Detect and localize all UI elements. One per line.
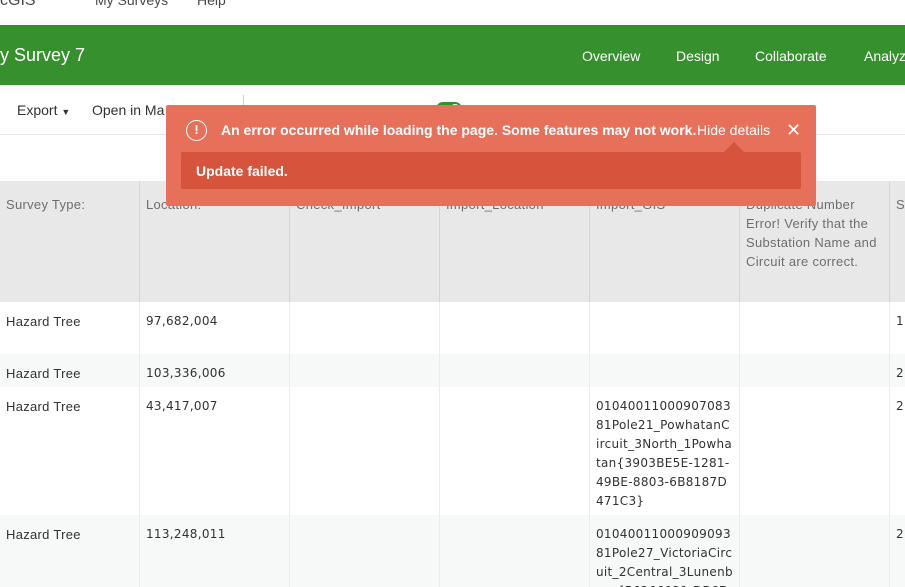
export-dropdown[interactable]: Export ▼ — [17, 102, 70, 118]
cell-check-import — [290, 515, 440, 587]
cell-s: 1 — [896, 314, 904, 328]
cell-duplicate-error — [740, 515, 890, 587]
cell-survey-type: Hazard Tree — [0, 354, 140, 387]
cell-s: 2 — [896, 399, 904, 413]
tab-analyze[interactable]: Analyz — [864, 48, 905, 64]
app-brand[interactable]: cGIS — [0, 0, 36, 10]
cell-s: 2 — [896, 366, 904, 380]
tab-collaborate[interactable]: Collaborate — [755, 48, 827, 64]
error-detail-text: Update failed. — [196, 163, 288, 179]
nav-help[interactable]: Help — [197, 0, 226, 8]
cell-survey-type: Hazard Tree — [0, 387, 140, 515]
cell-import-location — [440, 302, 590, 354]
cell-location: 103,336,006 — [140, 354, 290, 387]
error-notification: ! An error occurred while loading the pa… — [166, 105, 816, 206]
cell-check-import — [290, 354, 440, 387]
table-row[interactable]: Hazard Tree 43,417,007 01040011000907083… — [0, 387, 905, 515]
chevron-down-icon[interactable]: ▼ — [56, 0, 67, 3]
col-survey-type[interactable]: Survey Type: — [0, 181, 140, 302]
survey-header: y Survey 7 Overview Design Collaborate A… — [0, 25, 905, 85]
details-pointer — [724, 142, 744, 152]
tab-design[interactable]: Design — [676, 48, 720, 64]
nav-my-surveys[interactable]: My Surveys — [95, 0, 168, 8]
cell-import-location — [440, 515, 590, 587]
survey-title: y Survey 7 — [0, 45, 86, 65]
cell-duplicate-error — [740, 354, 890, 387]
tab-overview[interactable]: Overview — [582, 48, 640, 64]
cell-duplicate-error — [740, 387, 890, 515]
close-icon[interactable]: ✕ — [786, 121, 801, 139]
exclamation-icon: ! — [186, 120, 207, 141]
export-label: Export — [17, 102, 58, 118]
table-row[interactable]: Hazard Tree 97,682,004 1 — [0, 302, 905, 354]
cell-import-gis — [590, 302, 740, 354]
cell-s: 2 — [896, 527, 904, 541]
error-message: An error occurred while loading the page… — [221, 122, 697, 138]
open-in-map-button[interactable]: Open in Ma — [92, 102, 164, 118]
top-nav: cGIS ▼ My Surveys Help — [0, 0, 905, 25]
cell-location: 97,682,004 — [140, 302, 290, 354]
col-s[interactable]: S — [890, 181, 905, 302]
cell-import-gis — [590, 354, 740, 387]
cell-duplicate-error — [740, 302, 890, 354]
cell-survey-type: Hazard Tree — [0, 515, 140, 587]
cell-location: 113,248,011 — [140, 515, 290, 587]
cell-location: 43,417,007 — [140, 387, 290, 515]
table-row[interactable]: Hazard Tree 103,336,006 2 — [0, 354, 905, 387]
cell-survey-type: Hazard Tree — [0, 302, 140, 354]
hide-details-link[interactable]: Hide details — [697, 122, 770, 138]
cell-check-import — [290, 387, 440, 515]
cell-import-location — [440, 354, 590, 387]
caret-down-icon: ▼ — [61, 107, 71, 117]
cell-import-location — [440, 387, 590, 515]
cell-import-gis: 0104001100090909381Pole27_VictoriaCircui… — [590, 515, 740, 587]
table-row[interactable]: Hazard Tree 113,248,011 0104001100090909… — [0, 515, 905, 587]
cell-check-import — [290, 302, 440, 354]
error-details-panel: Update failed. — [181, 152, 801, 189]
cell-import-gis: 0104001100090708381Pole21_PowhatanCircui… — [590, 387, 740, 515]
